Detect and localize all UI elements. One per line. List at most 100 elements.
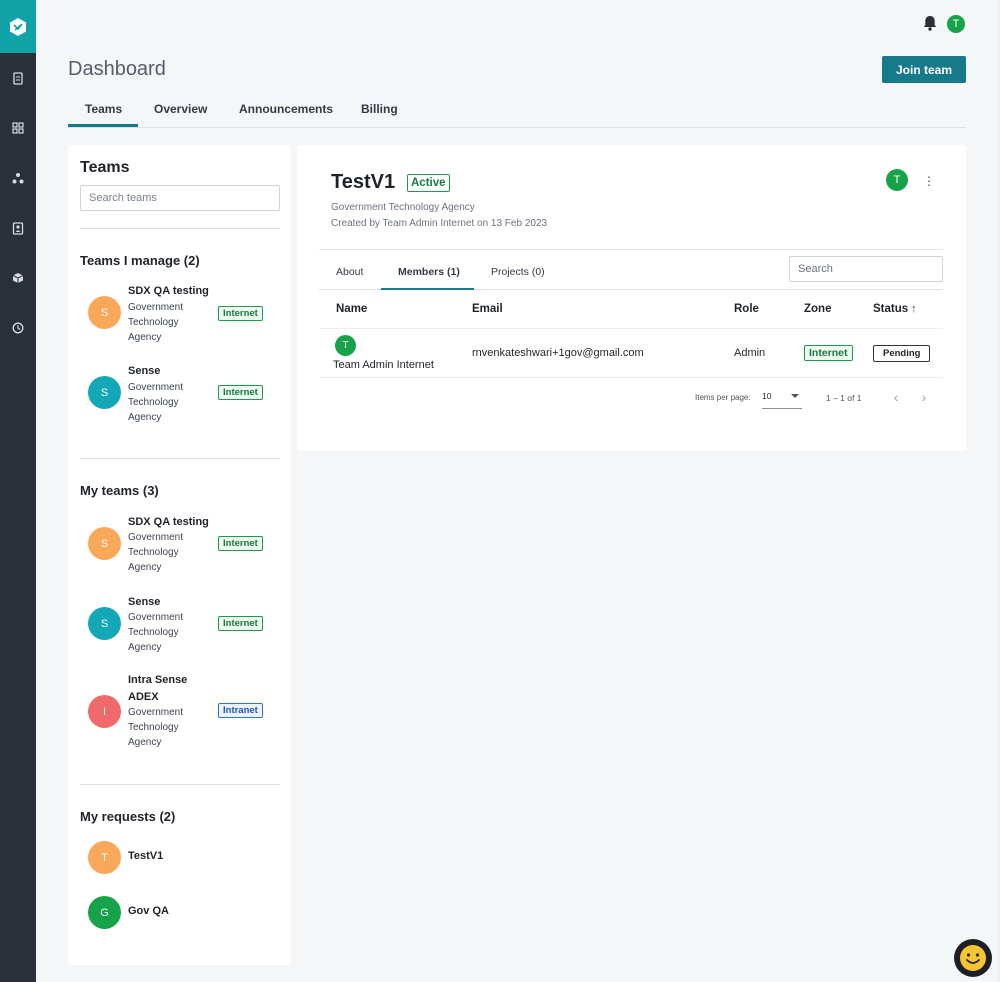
sidebar — [0, 0, 36, 982]
team-org: Technology — [128, 722, 179, 733]
team-name: Sense — [128, 596, 161, 608]
page-title: Dashboard — [68, 58, 166, 80]
team-org: Technology — [128, 547, 179, 558]
teams-panel: Teams Teams I manage (2) S SDX QA testin… — [68, 145, 291, 965]
team-org: Agency — [128, 412, 162, 423]
divider — [319, 377, 943, 378]
active-tab-indicator — [68, 124, 138, 127]
contacts-icon[interactable] — [9, 219, 27, 237]
team-name: Intra Sense — [128, 674, 188, 686]
team-org: Technology — [128, 627, 179, 638]
network-icon[interactable] — [9, 169, 27, 187]
zone-badge: Internet — [804, 345, 853, 361]
column-header-zone[interactable]: Zone — [804, 303, 831, 315]
column-header-name[interactable]: Name — [336, 303, 367, 315]
teams-i-manage-heading: Teams I manage (2) — [80, 253, 200, 268]
tab-about[interactable]: About — [336, 266, 363, 278]
avatar: S — [88, 296, 121, 329]
tab-members[interactable]: Members (1) — [398, 266, 460, 278]
team-org: Government — [128, 302, 184, 313]
tab-announcements[interactable]: Announcements — [239, 102, 333, 116]
items-per-page-select[interactable]: 10 — [762, 389, 802, 409]
avatar: G — [88, 896, 121, 929]
status-badge: Pending — [873, 345, 931, 362]
team-title: TestV1 — [331, 171, 396, 193]
avatar: T — [88, 841, 121, 874]
next-page-icon[interactable]: › — [917, 390, 931, 405]
documents-icon[interactable] — [9, 69, 27, 87]
list-item[interactable]: S SDX QA testing Government Technology A… — [88, 285, 278, 366]
status-badge: Active — [407, 174, 450, 192]
team-org: Agency — [128, 332, 162, 343]
list-item[interactable]: S Sense Government Technology Agency Int… — [88, 596, 278, 677]
logo-icon[interactable] — [0, 0, 36, 53]
avatar: I — [88, 695, 121, 728]
avatar: S — [88, 376, 121, 409]
divider — [80, 784, 280, 785]
pagination-range: 1 – 1 of 1 — [826, 393, 862, 403]
team-org: Agency — [128, 642, 162, 653]
owner-avatar[interactable]: T — [886, 169, 908, 191]
apps-grid-icon[interactable] — [9, 119, 27, 137]
column-header-email[interactable]: Email — [472, 303, 503, 315]
my-teams-heading: My teams (3) — [80, 483, 159, 498]
active-tab-indicator — [381, 288, 474, 290]
request-name: Gov QA — [128, 905, 169, 917]
tab-billing[interactable]: Billing — [361, 102, 398, 116]
zone-badge: Internet — [218, 306, 263, 321]
join-team-button[interactable]: Join team — [882, 56, 966, 83]
main-tabs: Teams Overview Announcements Billing — [68, 96, 966, 128]
member-name: Team Admin Internet — [333, 359, 434, 371]
team-org: Government — [128, 532, 184, 543]
team-name: SDX QA testing — [128, 516, 209, 528]
package-icon[interactable] — [9, 269, 27, 287]
zone-badge: Internet — [218, 385, 263, 400]
bell-icon[interactable] — [921, 14, 939, 32]
sort-ascending-icon[interactable]: ↑ — [911, 303, 917, 315]
team-org: Technology — [128, 317, 179, 328]
tab-overview[interactable]: Overview — [154, 102, 207, 116]
search-teams-input[interactable] — [80, 185, 280, 211]
zone-badge: Internet — [218, 616, 263, 631]
member-email: rnvenkateshwari+1gov@gmail.com — [472, 347, 644, 359]
team-created: Created by Team Admin Internet on 13 Feb… — [331, 218, 548, 229]
divider — [319, 328, 943, 329]
search-members-input[interactable] — [789, 256, 943, 282]
team-org: Government — [128, 707, 184, 718]
avatar: T — [335, 335, 356, 356]
team-name: SDX QA testing — [128, 285, 209, 297]
chevron-down-icon — [791, 394, 799, 398]
column-header-role[interactable]: Role — [734, 303, 759, 315]
team-org: Agency — [128, 562, 162, 573]
divider — [80, 228, 280, 229]
avatar: S — [88, 607, 121, 640]
column-header-status-label: Status — [873, 303, 909, 315]
team-org: Government — [128, 612, 184, 623]
teams-panel-title: Teams — [80, 159, 130, 176]
user-avatar[interactable]: T — [947, 15, 965, 33]
more-options-icon[interactable]: ⋮ — [923, 173, 935, 189]
team-name: Sense — [128, 365, 161, 377]
clock-icon[interactable] — [9, 319, 27, 337]
list-item[interactable]: T TestV1 — [88, 841, 278, 874]
list-item[interactable]: S SDX QA testing Government Technology A… — [88, 516, 278, 597]
chat-widget-button[interactable] — [954, 939, 992, 977]
member-role: Admin — [734, 347, 766, 359]
list-item[interactable]: S Sense Government Technology Agency Int… — [88, 365, 278, 446]
team-org: Technology — [128, 397, 179, 408]
items-per-page-value: 10 — [762, 391, 772, 401]
divider — [80, 458, 280, 459]
previous-page-icon[interactable]: ‹ — [889, 390, 903, 405]
smiley-icon — [960, 945, 986, 971]
list-item[interactable]: I Intra Sense ADEX Government Technology… — [88, 674, 278, 775]
items-per-page-label: Items per page: — [695, 393, 751, 402]
tab-projects[interactable]: Projects (0) — [491, 266, 545, 278]
team-org: Government Technology Agency — [331, 202, 475, 213]
request-name: TestV1 — [128, 850, 164, 862]
zone-badge: Intranet — [218, 703, 263, 718]
tab-teams[interactable]: Teams — [85, 102, 122, 116]
team-detail-card: TestV1 Active Government Technology Agen… — [297, 145, 966, 451]
column-header-status[interactable]: Status ↑ — [873, 303, 917, 315]
avatar: S — [88, 527, 121, 560]
list-item[interactable]: G Gov QA — [88, 896, 278, 929]
